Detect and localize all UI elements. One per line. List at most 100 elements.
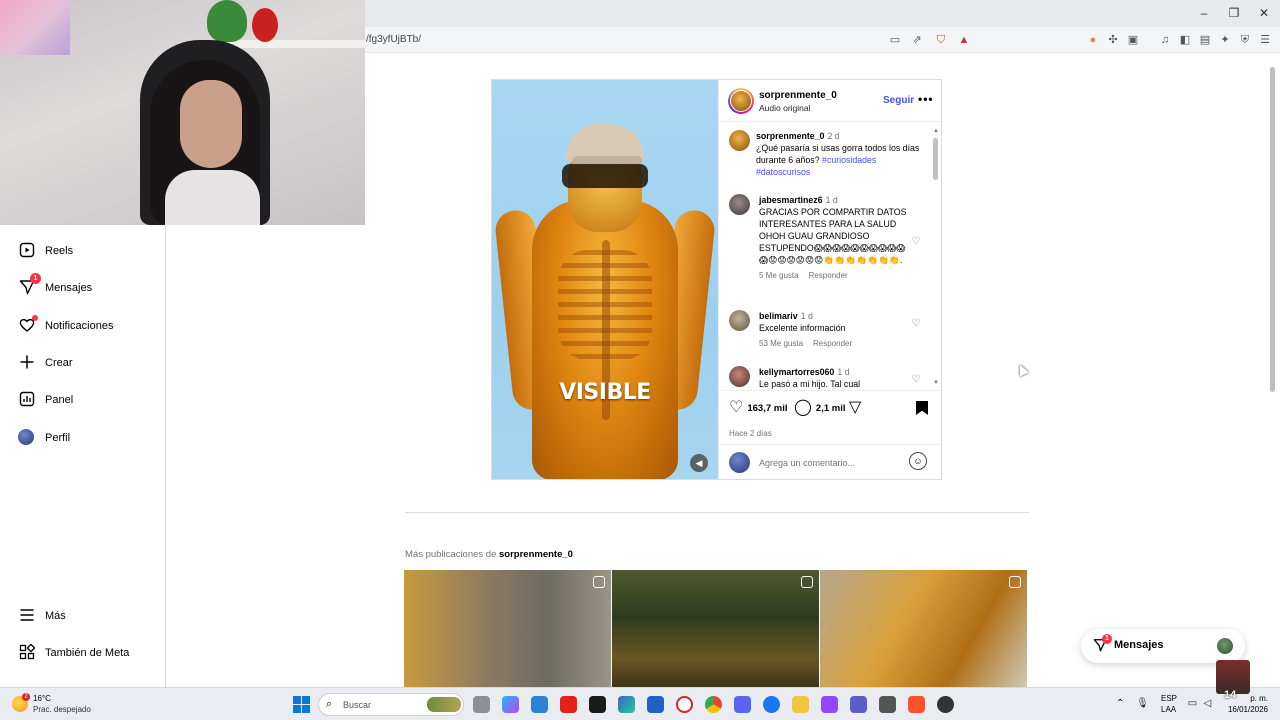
sidebar-item-create[interactable]: Crear xyxy=(18,351,73,375)
sidebar-item-label: Crear xyxy=(45,357,73,369)
avatar[interactable] xyxy=(729,310,750,331)
clock-date[interactable]: 16/01/2026 xyxy=(1226,705,1268,714)
share-button[interactable]: ▽ xyxy=(849,399,865,417)
close-window-button[interactable]: ✕ xyxy=(1256,5,1272,21)
reader-mode-icon[interactable]: ▭ xyxy=(888,33,902,47)
onenote-icon[interactable] xyxy=(821,696,838,713)
sidebar-item-more[interactable]: Más xyxy=(18,604,66,628)
chevron-up-icon[interactable]: ⌃ xyxy=(1116,698,1124,709)
teams-icon[interactable] xyxy=(850,696,867,713)
scroll-up-icon[interactable]: ▲ xyxy=(933,128,939,134)
instagram-sidebar: Reels 1 Mensajes Notificaciones Crear Pa… xyxy=(0,225,166,687)
leo-ai-icon[interactable]: ✦ xyxy=(1218,33,1232,47)
taskbar-search[interactable]: ⌕ Buscar xyxy=(318,693,464,716)
follow-button[interactable]: Seguir xyxy=(883,95,914,106)
comment-like-icon[interactable]: ♡ xyxy=(910,374,922,386)
netflix-icon[interactable] xyxy=(589,696,606,713)
scroll-down-icon[interactable]: ▼ xyxy=(933,380,939,386)
like-button[interactable]: ♡ 163,7 mil xyxy=(729,399,787,417)
reply-button[interactable]: Responder xyxy=(813,339,852,348)
sidebar-item-notifications[interactable]: Notificaciones xyxy=(18,314,113,338)
sidebar-item-messages[interactable]: 1 Mensajes xyxy=(18,273,92,300)
reel-icon xyxy=(593,576,605,588)
comment-username[interactable]: kellymartorres060 xyxy=(759,367,834,377)
extensions-icon[interactable]: ✣ xyxy=(1106,33,1120,47)
page-scroll-thumb[interactable] xyxy=(1270,67,1275,392)
avatar[interactable] xyxy=(729,130,750,151)
comment-like-icon[interactable]: ♡ xyxy=(910,236,922,248)
wall-poster xyxy=(0,0,70,55)
comment-username[interactable]: belimariv xyxy=(759,311,798,321)
wallet-icon[interactable]: ▤ xyxy=(1198,33,1212,47)
sidebar-toggle-icon[interactable]: ◧ xyxy=(1178,33,1192,47)
comment-like-icon[interactable]: ♡ xyxy=(910,318,922,330)
comment-button[interactable]: ◯ 2,1 mil xyxy=(794,399,845,417)
facebook-icon[interactable] xyxy=(763,696,780,713)
tab-groups-icon[interactable]: ▣ xyxy=(1126,33,1140,47)
reel-video[interactable]: VISIBLE ◀ xyxy=(492,80,718,479)
author-avatar[interactable] xyxy=(728,88,754,114)
volume-icon[interactable]: ◁ xyxy=(1201,697,1214,710)
comment-input[interactable] xyxy=(759,456,899,470)
browser-menu-icon[interactable]: ☰ xyxy=(1258,33,1272,47)
store-icon[interactable] xyxy=(531,696,548,713)
task-view-icon[interactable] xyxy=(473,696,490,713)
youtube-icon[interactable] xyxy=(560,696,577,713)
avatar[interactable] xyxy=(729,194,750,215)
sidebar-item-also-meta[interactable]: También de Meta xyxy=(18,641,129,665)
maximize-button[interactable]: ❐ xyxy=(1226,5,1242,21)
extension-colors-icon[interactable]: ● xyxy=(1086,33,1100,47)
sidebar-item-dashboard[interactable]: Panel xyxy=(18,388,73,412)
comments-scrollbar[interactable]: ▲ ▼ xyxy=(933,128,939,386)
mail-icon[interactable] xyxy=(647,696,664,713)
brave-rewards-icon[interactable]: ▲ xyxy=(957,33,971,47)
comment-username[interactable]: jabesmartinez6 xyxy=(759,195,823,205)
keyboard-layout[interactable]: LAA xyxy=(1161,705,1176,714)
start-button[interactable] xyxy=(293,696,310,713)
steam-icon[interactable] xyxy=(937,696,954,713)
reel-icon xyxy=(801,576,813,588)
comments-list[interactable]: sorprenmente_0 2 d ¿Qué pasaría si usas g… xyxy=(719,124,943,390)
save-icon[interactable] xyxy=(916,401,928,415)
language-indicator[interactable]: ESP xyxy=(1161,694,1177,703)
vpn-icon[interactable]: ⛨ xyxy=(1238,33,1252,47)
audio-label[interactable]: Audio original xyxy=(759,103,811,113)
edge-icon[interactable] xyxy=(618,696,635,713)
comment-likes[interactable]: 5 Me gusta xyxy=(759,271,799,280)
brave-icon[interactable] xyxy=(908,696,925,713)
comment-text: Le pasó a mi hijo. Tal cual xyxy=(759,379,861,389)
display-icon[interactable]: ▭ xyxy=(1186,697,1199,710)
messages-button[interactable]: 1 Mensajes xyxy=(1081,629,1245,663)
media-icon[interactable]: ♫ xyxy=(1158,33,1172,47)
brave-shields-icon[interactable]: ⛉ xyxy=(934,33,948,47)
more-options-icon[interactable]: ••• xyxy=(918,92,934,106)
weather-condition[interactable]: Prac. despejado xyxy=(33,705,91,714)
reply-button[interactable]: Responder xyxy=(809,271,848,280)
post-thumbnail[interactable] xyxy=(820,570,1027,688)
comment-likes[interactable]: 53 Me gusta xyxy=(759,339,803,348)
page-scrollbar[interactable] xyxy=(1268,55,1277,687)
discord-icon[interactable] xyxy=(734,696,751,713)
url-text[interactable]: /fg3yfUjBTb/ xyxy=(366,34,421,45)
more-posts-user[interactable]: sorprenmente_0 xyxy=(499,549,573,560)
microphone-icon[interactable]: 🎙 xyxy=(1136,697,1149,710)
chrome-icon[interactable] xyxy=(705,696,722,713)
mute-button[interactable]: ◀ xyxy=(690,454,708,472)
opera-icon[interactable] xyxy=(676,696,693,713)
sidebar-item-label: También de Meta xyxy=(45,647,130,659)
copilot-icon[interactable] xyxy=(502,696,519,713)
emoji-icon[interactable]: ☺ xyxy=(909,452,927,470)
scroll-thumb[interactable] xyxy=(933,138,938,180)
sidebar-item-profile[interactable]: Perfil xyxy=(18,426,70,450)
minimize-button[interactable]: – xyxy=(1196,5,1212,21)
share-icon[interactable]: ⇗ xyxy=(910,33,924,47)
sidebar-item-reels[interactable]: Reels xyxy=(18,239,73,263)
author-username[interactable]: sorprenmente_0 xyxy=(759,90,837,101)
avatar[interactable] xyxy=(729,366,750,387)
temperature[interactable]: 16°C xyxy=(33,694,51,703)
file-explorer-icon[interactable] xyxy=(792,696,809,713)
post-thumbnail[interactable] xyxy=(404,570,611,688)
obs-icon[interactable] xyxy=(879,696,896,713)
comment-username[interactable]: sorprenmente_0 xyxy=(756,131,824,141)
post-thumbnail[interactable] xyxy=(612,570,819,688)
